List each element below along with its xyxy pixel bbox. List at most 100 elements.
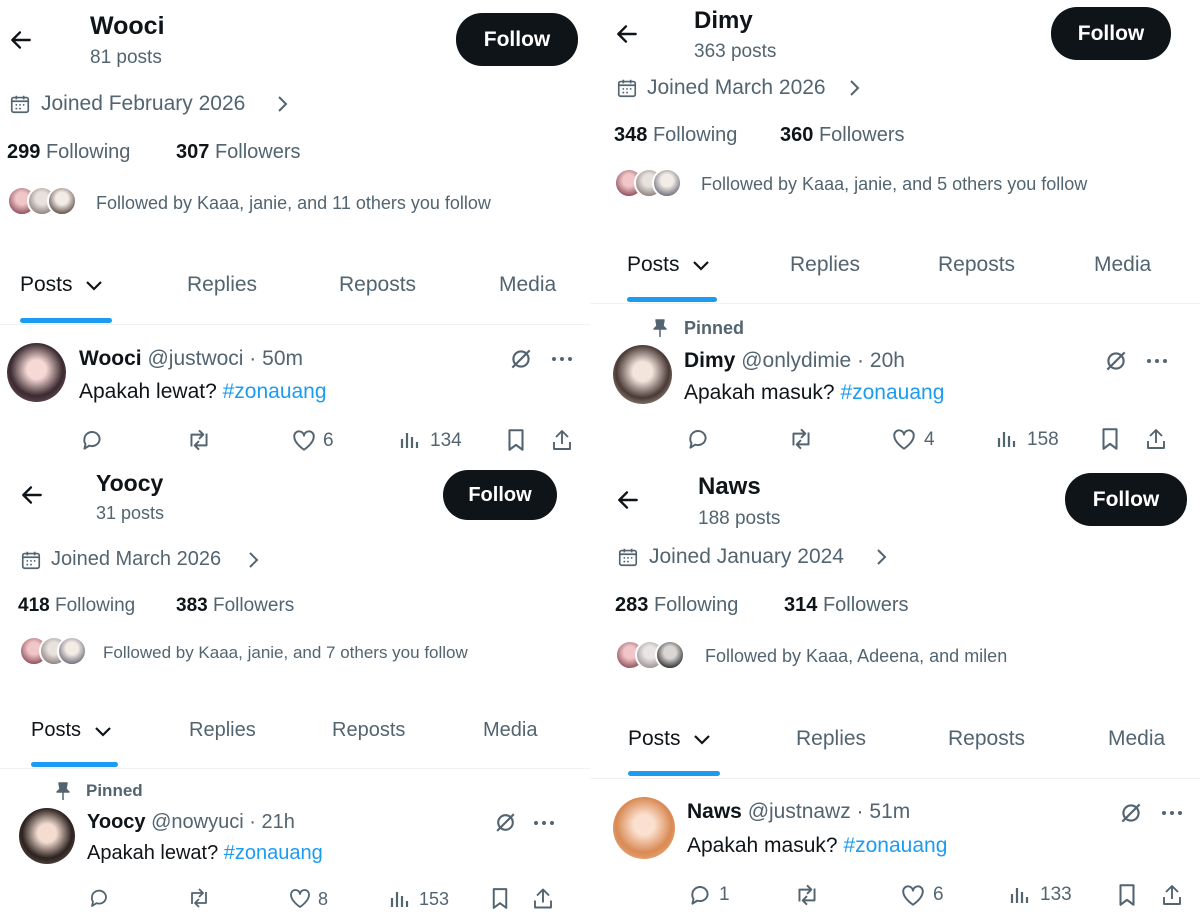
tab-replies[interactable]: Replies [790, 253, 860, 277]
follow-button[interactable]: Follow [1065, 473, 1187, 526]
grok-icon[interactable] [508, 346, 534, 372]
repost-icon[interactable] [793, 882, 821, 908]
chevron-right-icon[interactable] [872, 547, 890, 567]
like-icon[interactable] [891, 427, 917, 451]
like-count: 4 [924, 429, 935, 450]
reply-icon[interactable] [685, 426, 711, 452]
more-icon[interactable] [550, 348, 574, 370]
tab-replies[interactable]: Replies [796, 727, 866, 751]
post-handle-time[interactable]: @justwoci · 50m [147, 347, 303, 370]
bookmark-icon[interactable] [489, 886, 511, 911]
followed-by-text: Followed by Kaaa, janie, and 7 others yo… [103, 643, 468, 662]
post-display-name[interactable]: Wooci [79, 347, 142, 370]
back-arrow-icon[interactable] [614, 21, 640, 47]
following-stat[interactable]: 418 Following [18, 595, 135, 617]
back-arrow-icon[interactable] [8, 27, 34, 53]
post-display-name[interactable]: Yoocy [87, 811, 146, 833]
tab-media[interactable]: Media [1094, 253, 1151, 277]
hashtag-link[interactable]: #zonauang [840, 381, 944, 404]
bookmark-icon[interactable] [1099, 426, 1121, 452]
following-stat[interactable]: 348 Following [614, 124, 737, 147]
tab-replies[interactable]: Replies [189, 719, 256, 742]
share-icon[interactable] [1144, 426, 1168, 452]
post-display-name[interactable]: Naws [687, 800, 742, 823]
chevron-down-icon [691, 258, 711, 272]
chevron-right-icon[interactable] [244, 550, 262, 570]
post-body: Apakah lewat? [79, 380, 217, 403]
share-icon[interactable] [531, 886, 555, 911]
tab-media[interactable]: Media [483, 719, 537, 742]
tab-reposts[interactable]: Reposts [948, 727, 1025, 751]
following-stat[interactable]: 283 Following [615, 594, 738, 617]
post-display-name[interactable]: Dimy [684, 349, 735, 372]
share-icon[interactable] [1160, 882, 1184, 908]
post-handle-time[interactable]: @justnawz · 51m [748, 800, 911, 823]
repost-icon[interactable] [787, 426, 815, 452]
followers-stat[interactable]: 314 Followers [784, 594, 909, 617]
post-author-avatar[interactable] [613, 797, 675, 859]
repost-icon[interactable] [185, 427, 213, 453]
like-icon[interactable] [291, 428, 317, 452]
tab-posts-label: Posts [31, 719, 82, 741]
tab-reposts[interactable]: Reposts [332, 719, 405, 742]
like-icon[interactable] [288, 887, 312, 909]
followers-stat[interactable]: 307 Followers [176, 141, 301, 164]
grok-icon[interactable] [493, 810, 518, 835]
following-stat[interactable]: 299 Following [7, 141, 130, 164]
tab-replies[interactable]: Replies [187, 273, 257, 297]
profile-panel-naws: Naws 188 posts Follow Joined January 202… [590, 460, 1200, 919]
calendar-icon [9, 93, 31, 115]
back-arrow-icon[interactable] [19, 482, 45, 508]
post-author-avatar[interactable] [613, 345, 672, 404]
followers-stat[interactable]: 360 Followers [780, 124, 905, 147]
like-icon[interactable] [900, 883, 926, 907]
reply-icon[interactable] [79, 427, 105, 453]
post-handle-time[interactable]: @onlydimie · 20h [741, 349, 905, 372]
post-author-avatar[interactable] [7, 343, 66, 402]
tab-posts[interactable]: Posts [628, 727, 712, 751]
more-icon[interactable] [532, 812, 556, 834]
views-icon[interactable] [388, 887, 412, 911]
chevron-right-icon[interactable] [845, 78, 863, 98]
follow-button[interactable]: Follow [1051, 7, 1171, 60]
post-header: Dimy @onlydimie · 20h [684, 349, 905, 373]
post-handle-time[interactable]: @nowyuci · 21h [151, 811, 295, 833]
tab-posts[interactable]: Posts [20, 273, 104, 297]
follow-button[interactable]: Follow [456, 13, 578, 66]
tab-posts[interactable]: Posts [31, 719, 113, 742]
tab-reposts[interactable]: Reposts [938, 253, 1015, 277]
profile-name: Wooci [90, 12, 165, 40]
grok-icon[interactable] [1103, 348, 1129, 374]
tab-posts[interactable]: Posts [627, 253, 711, 277]
hashtag-link[interactable]: #zonauang [224, 842, 323, 864]
tab-reposts[interactable]: Reposts [339, 273, 416, 297]
followers-stat[interactable]: 383 Followers [176, 595, 294, 617]
bookmark-icon[interactable] [505, 427, 527, 453]
tab-media[interactable]: Media [499, 273, 556, 297]
more-icon[interactable] [1160, 802, 1184, 824]
chevron-down-icon [93, 724, 113, 738]
mutual-followers-avatars [615, 640, 687, 672]
hashtag-link[interactable]: #zonauang [843, 834, 947, 857]
post-text: Apakah lewat? #zonauang [79, 380, 327, 404]
chevron-right-icon[interactable] [273, 94, 291, 114]
back-arrow-icon[interactable] [615, 487, 641, 513]
views-count: 134 [430, 430, 462, 451]
reply-icon[interactable] [87, 886, 111, 910]
grok-icon[interactable] [1118, 800, 1144, 826]
post-author-avatar[interactable] [19, 808, 75, 864]
follow-button[interactable]: Follow [443, 470, 557, 520]
more-icon[interactable] [1145, 350, 1169, 372]
views-icon[interactable] [398, 428, 422, 452]
bookmark-icon[interactable] [1116, 882, 1138, 908]
views-icon[interactable] [1008, 883, 1032, 907]
tab-media[interactable]: Media [1108, 727, 1165, 751]
like-count: 8 [318, 889, 329, 909]
repost-icon[interactable] [186, 886, 212, 910]
views-icon[interactable] [995, 427, 1019, 451]
share-icon[interactable] [550, 427, 574, 453]
hashtag-link[interactable]: #zonauang [223, 380, 327, 403]
active-tab-indicator [31, 762, 118, 767]
reply-icon[interactable] [687, 882, 713, 908]
avatar [57, 636, 87, 666]
